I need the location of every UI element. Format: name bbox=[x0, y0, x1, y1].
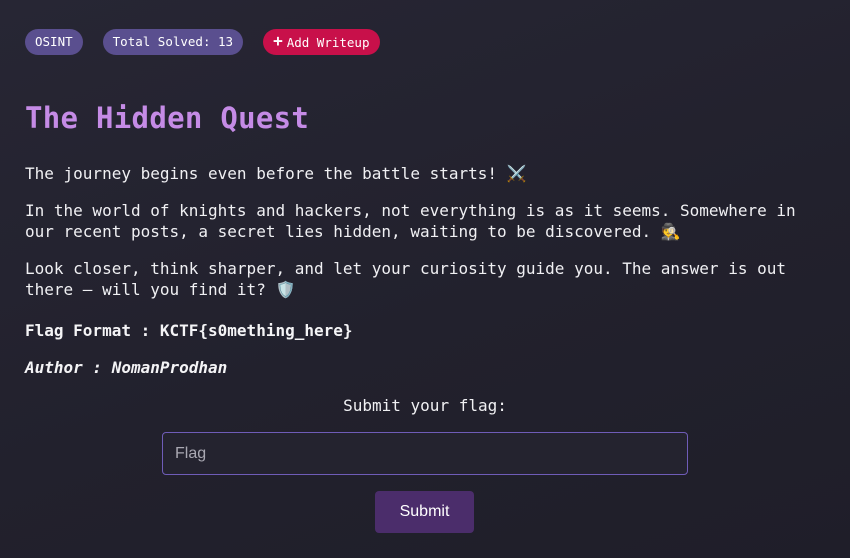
add-writeup-label: Add Writeup bbox=[286, 35, 370, 50]
description-paragraph-2: In the world of knights and hackers, not… bbox=[25, 201, 796, 241]
challenge-title: The Hidden Quest bbox=[25, 101, 310, 135]
solved-count-badge: Total Solved: 13 bbox=[102, 29, 244, 55]
description-paragraph-3: Look closer, think sharper, and let your… bbox=[25, 259, 786, 299]
description-paragraph-1: The journey begins even before the battl… bbox=[25, 164, 527, 183]
submit-button[interactable]: Submit bbox=[375, 491, 474, 533]
author-credit: Author : NomanProdhan bbox=[25, 358, 228, 377]
flag-input[interactable] bbox=[162, 432, 688, 475]
plus-icon: + bbox=[273, 31, 283, 50]
add-writeup-button[interactable]: + Add Writeup bbox=[263, 29, 380, 55]
category-badge: OSINT bbox=[25, 29, 83, 55]
badge-row: OSINT Total Solved: 13 + Add Writeup bbox=[25, 29, 380, 55]
submit-flag-label: Submit your flag: bbox=[343, 396, 507, 415]
flag-format: Flag Format : KCTF{s0mething_here} bbox=[25, 321, 353, 340]
